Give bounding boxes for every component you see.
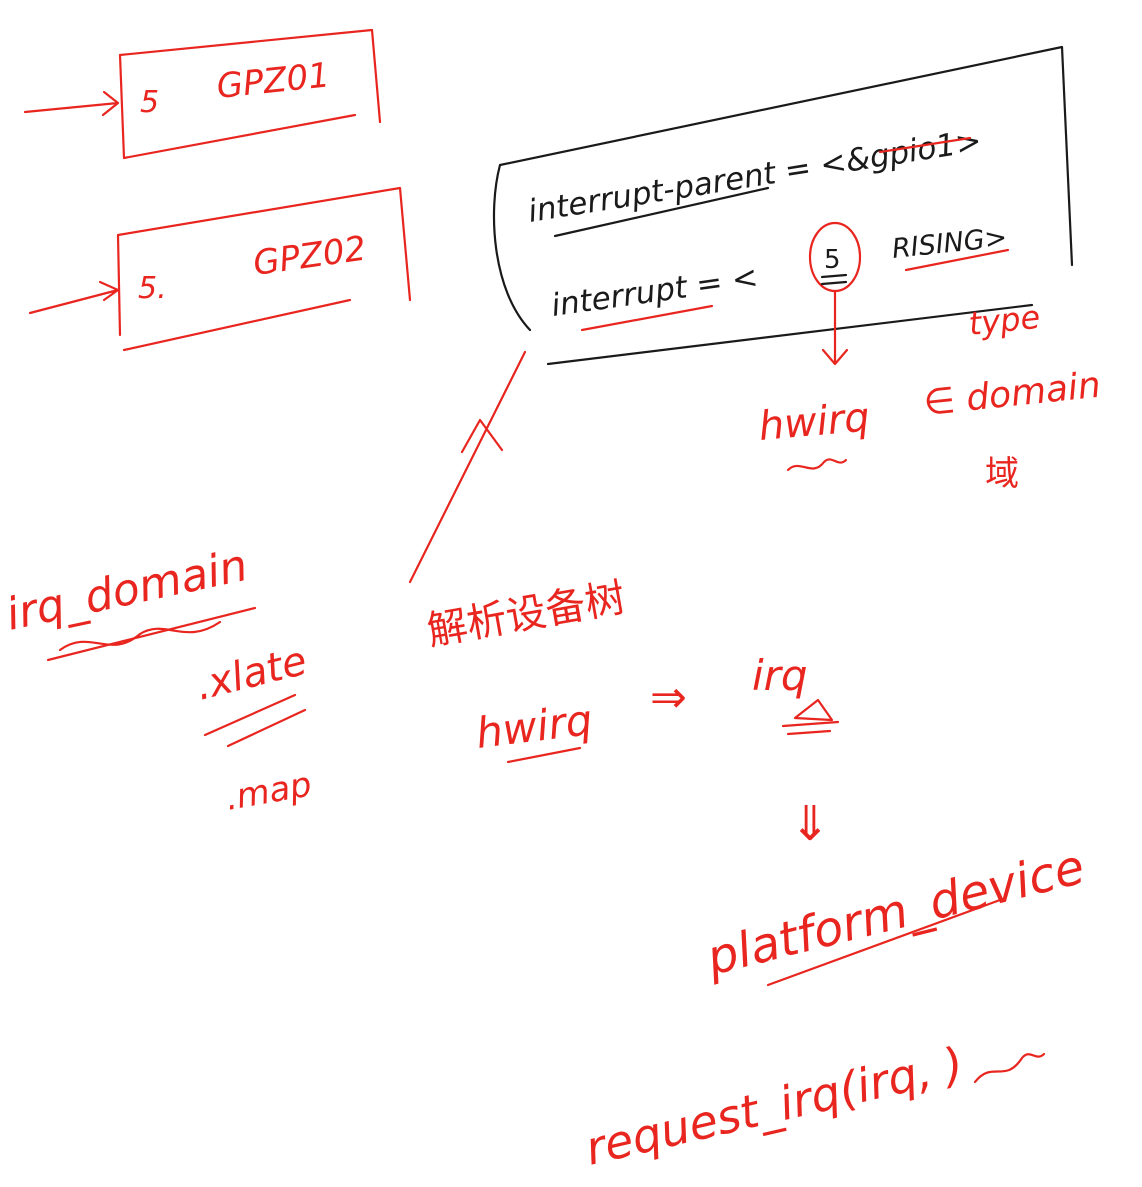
sketch-canvas: 5 GPZ01 5. GPZ02 interrupt-parent = <&gp… (0, 0, 1142, 1187)
xlate-label: .xlate (191, 638, 311, 710)
dts-node-box: interrupt-parent = <&gpio1> interrupt = … (492, 45, 1074, 366)
domain-label: ∈ domain (922, 365, 1103, 424)
request-irq-squiggle (973, 1052, 1046, 1084)
interrupt-parent-line: interrupt-parent = <&gpio1> (526, 123, 984, 230)
type-label: type (967, 298, 1042, 343)
domain-to-node-arrow (408, 350, 527, 584)
interrupt-number: 5 (824, 245, 841, 275)
gpio-box-1: 5 GPZ01 (23, 28, 382, 160)
interrupt-number-double-underline (820, 273, 848, 286)
gpio-box-1-name: GPZ01 (215, 55, 332, 107)
hwirq-squiggle (786, 458, 848, 472)
gpio-box-2-name: GPZ02 (251, 229, 369, 284)
request-irq: request_irq(irq, ) (580, 1036, 968, 1175)
interrupt-type: RISING> (890, 222, 1008, 265)
flow-down-arrow: ⇓ (790, 796, 830, 852)
gpio-box-2-number: 5. (138, 271, 167, 306)
gpio-box-1-number: 5 (140, 85, 159, 120)
parse-caption: 解析设备树 (424, 575, 629, 655)
gpio-box-1-arrow (23, 90, 120, 117)
domain-cn-label: 域 (985, 454, 1019, 494)
interrupt-line: interrupt = < (549, 259, 760, 324)
hwirq-annotation: hwirq ∈ domain 域 (757, 290, 1103, 494)
map-label: .map (223, 764, 315, 818)
flow-irq-marks (781, 698, 840, 736)
platform-device: platform_device (700, 839, 1090, 987)
parse-flow: 解析设备树 hwirq ⇒ irq ⇓ platform_device requ… (424, 575, 1090, 1176)
hwirq-label: hwirq (757, 394, 872, 450)
flow-irq: irq (752, 651, 808, 700)
gpio-box-2-arrow (28, 280, 120, 315)
flow-arrow: ⇒ (650, 672, 687, 723)
irq-domain-group: irq_domain .xlate .map (2, 540, 315, 819)
gpio-box-2: 5. GPZ02 (28, 186, 412, 352)
